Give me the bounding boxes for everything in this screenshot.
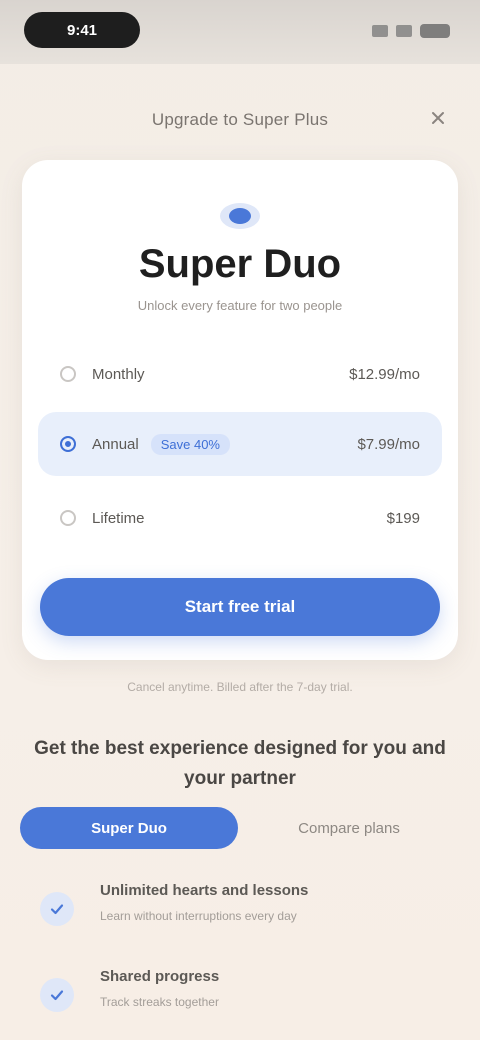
feature-desc: Learn without interruptions every day	[100, 909, 297, 923]
radio-unselected-icon	[60, 366, 76, 382]
sheet-header: Upgrade to Super Plus	[0, 84, 480, 154]
feature-item: Unlimited hearts and lessons Learn witho…	[40, 880, 440, 940]
check-icon	[40, 978, 74, 1012]
option-price: $12.99/mo	[349, 365, 420, 383]
battery-icon	[420, 24, 450, 38]
radio-unselected-icon	[60, 510, 76, 526]
plan-option-lifetime[interactable]: Lifetime $199	[38, 486, 442, 550]
wifi-icon	[396, 25, 412, 37]
option-price: $199	[386, 509, 420, 527]
option-label: Lifetime	[92, 509, 145, 527]
plan-subtitle: Unlock every feature for two people	[137, 298, 343, 313]
phone-screen: 9:41 Upgrade to Super Plus Super Duo Unl…	[0, 0, 480, 1040]
plan-card: Super Duo Unlock every feature for two p…	[22, 160, 458, 660]
close-icon	[432, 112, 444, 124]
features-segmented-control: Super Duo Compare plans	[20, 806, 460, 850]
feature-desc: Track streaks together	[100, 995, 219, 1009]
status-icons	[372, 22, 450, 40]
status-time: 9:41	[24, 12, 140, 48]
check-icon	[40, 892, 74, 926]
plan-option-annual[interactable]: Annual Save 40% $7.99/mo	[38, 412, 442, 476]
option-price: $7.99/mo	[357, 435, 420, 453]
tab-super-duo[interactable]: Super Duo	[20, 807, 238, 849]
radio-selected-icon	[60, 436, 76, 452]
feature-text: Shared progress Track streaks together	[100, 966, 219, 1009]
close-button[interactable]	[426, 106, 450, 130]
save-badge: Save 40%	[150, 433, 230, 455]
option-label: Monthly	[92, 365, 145, 383]
plan-name: Super Duo	[138, 242, 342, 286]
feature-title: Shared progress	[100, 968, 220, 985]
sheet-title: Upgrade to Super Plus	[151, 110, 329, 129]
start-trial-button[interactable]: Start free trial	[40, 578, 440, 636]
feature-item: Shared progress Track streaks together	[40, 966, 440, 1026]
features-title: Get the best experience designed for you…	[34, 738, 446, 789]
tab-compare-plans[interactable]: Compare plans	[238, 820, 460, 837]
status-bar: 9:41	[0, 0, 480, 64]
feature-title: Unlimited hearts and lessons	[100, 882, 309, 899]
plan-option-monthly[interactable]: Monthly $12.99/mo	[38, 342, 442, 406]
sparkle-badge-icon	[218, 194, 262, 238]
feature-text: Unlimited hearts and lessons Learn witho…	[100, 880, 308, 923]
signal-icon	[372, 25, 388, 37]
fine-print: Cancel anytime. Billed after the 7-day t…	[127, 680, 353, 694]
option-label: Annual	[92, 435, 139, 453]
